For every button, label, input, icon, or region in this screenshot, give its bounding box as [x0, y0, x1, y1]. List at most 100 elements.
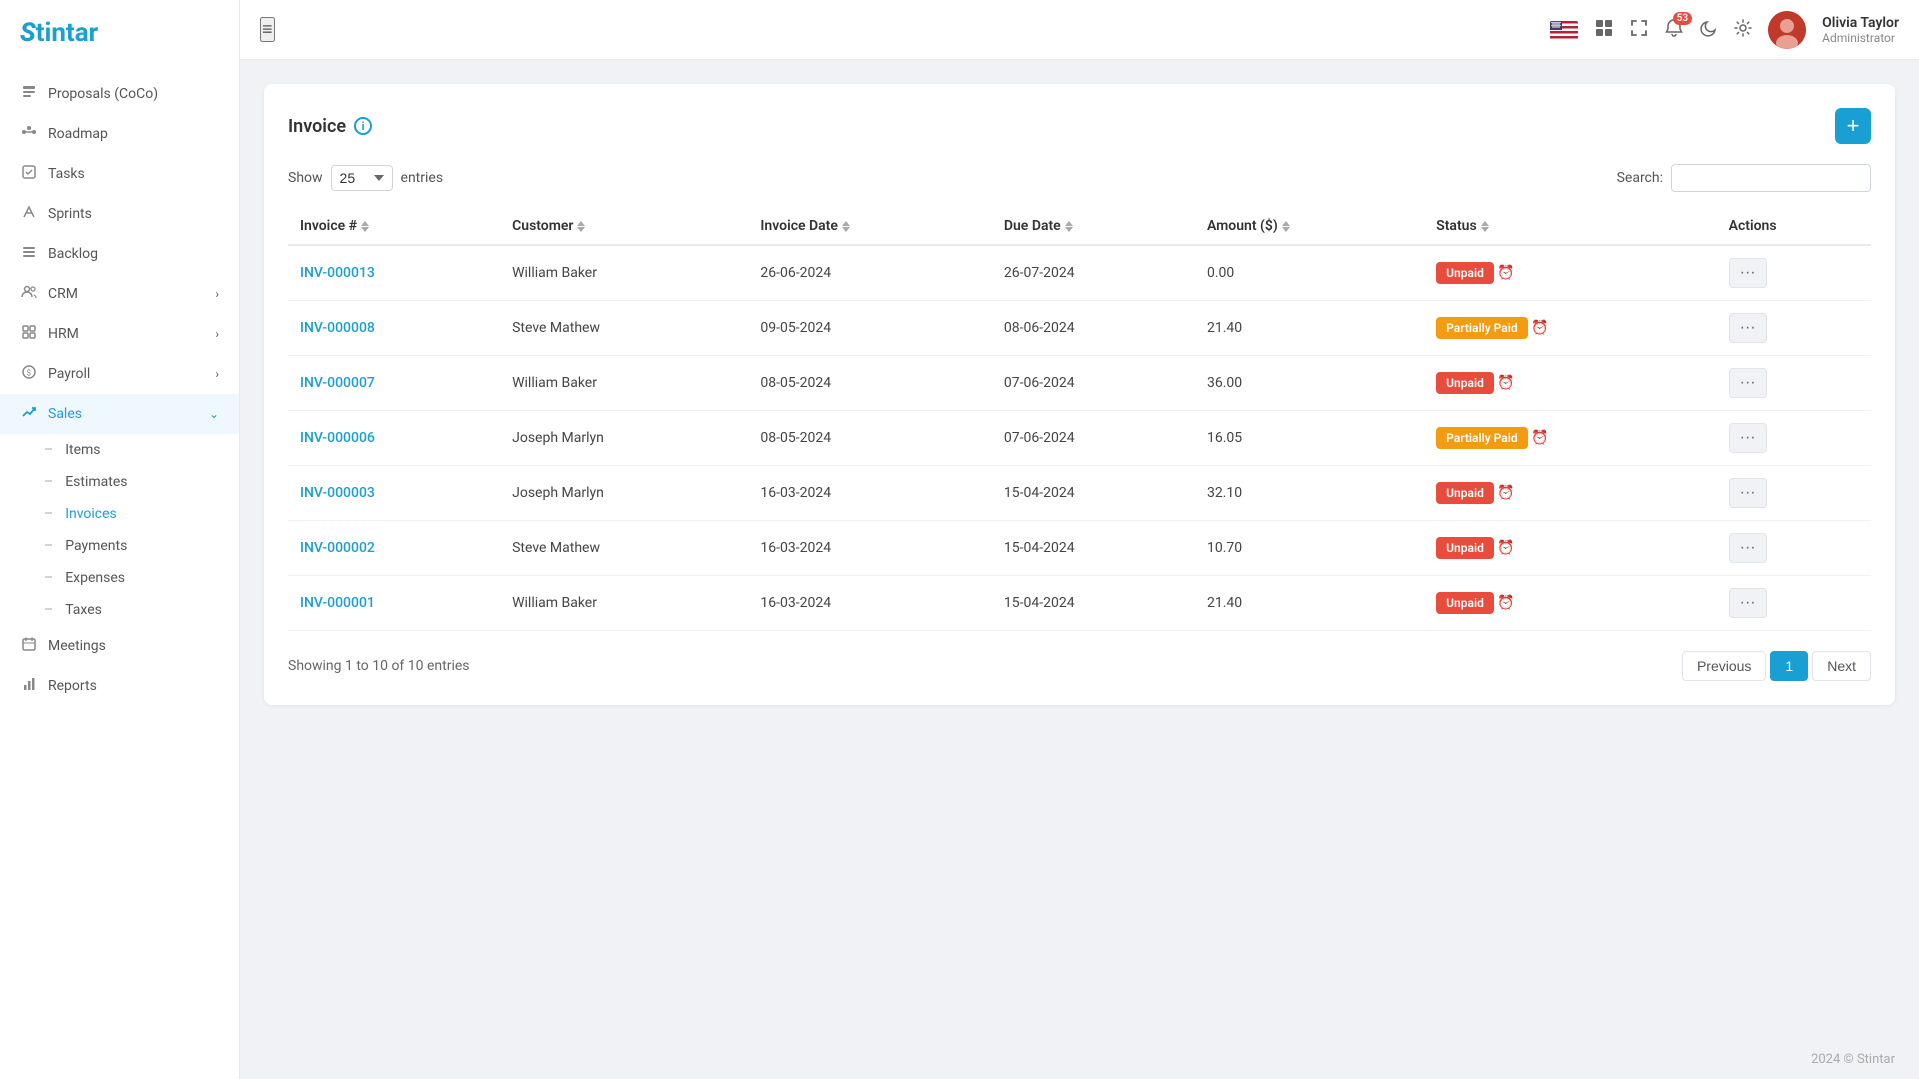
- sidebar-item-meetings[interactable]: Meetings: [0, 626, 239, 666]
- cell-status: Unpaid ⏰: [1424, 245, 1716, 301]
- cell-invoice-num: INV-000013: [288, 245, 500, 301]
- notification-button[interactable]: 53: [1664, 18, 1684, 42]
- invoice-link[interactable]: INV-000003: [300, 485, 375, 501]
- sidebar-item-backlog[interactable]: Backlog: [0, 234, 239, 274]
- invoice-header: Invoice i +: [288, 108, 1871, 144]
- sidebar-item-reports[interactable]: Reports: [0, 666, 239, 706]
- row-actions-button[interactable]: ···: [1729, 533, 1767, 563]
- entries-select[interactable]: 10 25 50 100: [331, 165, 393, 191]
- sidebar-item-estimates[interactable]: Estimates: [44, 466, 239, 498]
- reports-icon: [20, 676, 38, 696]
- invoice-link[interactable]: INV-000002: [300, 540, 375, 556]
- status-badge: Unpaid: [1436, 262, 1494, 284]
- sidebar-item-sales[interactable]: Sales ⌄: [0, 394, 239, 434]
- cell-customer: Steve Mathew: [500, 521, 748, 576]
- invoice-link[interactable]: INV-000008: [300, 320, 375, 336]
- table-header: Invoice # Customer: [288, 208, 1871, 245]
- sidebar-item-invoices[interactable]: Invoices: [44, 498, 239, 530]
- content-area: Invoice i + Show 10 25 50 100 entries: [240, 60, 1919, 1040]
- col-invoice-num[interactable]: Invoice #: [288, 208, 500, 245]
- col-amount[interactable]: Amount ($): [1195, 208, 1424, 245]
- col-invoice-date[interactable]: Invoice Date: [748, 208, 991, 245]
- notification-count-badge: 53: [1673, 12, 1692, 25]
- sidebar-item-hrm[interactable]: HRM ›: [0, 314, 239, 354]
- apps-grid-icon[interactable]: [1594, 18, 1614, 42]
- sidebar-item-payroll[interactable]: $ Payroll ›: [0, 354, 239, 394]
- backlog-icon: [20, 244, 38, 264]
- invoice-info-icon[interactable]: i: [354, 117, 372, 135]
- row-actions-button[interactable]: ···: [1729, 368, 1767, 398]
- entries-label: entries: [401, 170, 444, 186]
- row-actions-button[interactable]: ···: [1729, 258, 1767, 288]
- cell-invoice-date: 16-03-2024: [748, 521, 991, 576]
- fullscreen-icon[interactable]: [1630, 19, 1648, 41]
- sidebar-item-roadmap-label: Roadmap: [48, 126, 108, 142]
- sidebar-item-items[interactable]: Items: [44, 434, 239, 466]
- sidebar-item-taxes-label: Taxes: [65, 602, 102, 618]
- sidebar-item-estimates-label: Estimates: [65, 474, 127, 490]
- language-flag-icon[interactable]: [1550, 21, 1578, 39]
- row-actions-button[interactable]: ···: [1729, 313, 1767, 343]
- invoice-link[interactable]: INV-000013: [300, 265, 375, 281]
- table-row: INV-000002 Steve Mathew 16-03-2024 15-04…: [288, 521, 1871, 576]
- clock-icon: ⏰: [1497, 375, 1514, 391]
- search-input[interactable]: [1671, 164, 1871, 192]
- cell-actions: ···: [1717, 356, 1871, 411]
- row-actions-button[interactable]: ···: [1729, 588, 1767, 618]
- sort-status-icon: [1481, 221, 1489, 232]
- pagination-buttons: Previous 1 Next: [1682, 651, 1871, 681]
- cell-invoice-num: INV-000001: [288, 576, 500, 631]
- pagination-info: Showing 1 to 10 of 10 entries: [288, 658, 470, 674]
- row-actions-button[interactable]: ···: [1729, 423, 1767, 453]
- cell-actions: ···: [1717, 576, 1871, 631]
- cell-status: Unpaid ⏰: [1424, 356, 1716, 411]
- sidebar-item-expenses[interactable]: Expenses: [44, 562, 239, 594]
- cell-invoice-date: 16-03-2024: [748, 576, 991, 631]
- sidebar-item-proposals[interactable]: Proposals (CoCo): [0, 74, 239, 114]
- invoice-link[interactable]: INV-000006: [300, 430, 375, 446]
- hrm-icon: [20, 324, 38, 344]
- status-badge: Unpaid: [1436, 372, 1494, 394]
- sidebar-item-hrm-label: HRM: [48, 326, 79, 342]
- cell-due-date: 15-04-2024: [992, 576, 1195, 631]
- sort-amount-icon: [1282, 221, 1290, 232]
- previous-button[interactable]: Previous: [1682, 651, 1766, 681]
- sidebar-item-payments[interactable]: Payments: [44, 530, 239, 562]
- clock-icon: ⏰: [1531, 430, 1548, 446]
- sidebar-item-roadmap[interactable]: Roadmap: [0, 114, 239, 154]
- sidebar-item-tasks[interactable]: Tasks: [0, 154, 239, 194]
- col-status[interactable]: Status: [1424, 208, 1716, 245]
- sort-due-date-icon: [1065, 221, 1073, 232]
- col-actions: Actions: [1717, 208, 1871, 245]
- next-button[interactable]: Next: [1812, 651, 1871, 681]
- invoice-link[interactable]: INV-000007: [300, 375, 375, 391]
- settings-icon[interactable]: [1734, 19, 1752, 41]
- col-customer[interactable]: Customer: [500, 208, 748, 245]
- page-1-button[interactable]: 1: [1770, 651, 1808, 681]
- invoice-link[interactable]: INV-000001: [300, 595, 375, 611]
- sidebar-item-sprints[interactable]: Sprints: [0, 194, 239, 234]
- row-actions-button[interactable]: ···: [1729, 478, 1767, 508]
- cell-customer: Joseph Marlyn: [500, 466, 748, 521]
- dark-mode-icon[interactable]: [1700, 19, 1718, 41]
- cell-amount: 21.40: [1195, 576, 1424, 631]
- cell-invoice-num: INV-000008: [288, 301, 500, 356]
- col-due-date[interactable]: Due Date: [992, 208, 1195, 245]
- cell-due-date: 15-04-2024: [992, 521, 1195, 576]
- sidebar-item-expenses-label: Expenses: [65, 570, 125, 586]
- avatar[interactable]: [1768, 11, 1806, 49]
- sidebar-item-taxes[interactable]: Taxes: [44, 594, 239, 626]
- sales-icon: [20, 404, 38, 424]
- invoice-card: Invoice i + Show 10 25 50 100 entries: [264, 84, 1895, 705]
- logo[interactable]: Stintar: [0, 0, 239, 66]
- cell-customer: Steve Mathew: [500, 301, 748, 356]
- menu-toggle-button[interactable]: ≡: [260, 17, 275, 42]
- search-wrapper: Search:: [1617, 164, 1871, 192]
- sidebar-item-crm[interactable]: CRM ›: [0, 274, 239, 314]
- cell-actions: ···: [1717, 466, 1871, 521]
- cell-invoice-date: 26-06-2024: [748, 245, 991, 301]
- table-body: INV-000013 William Baker 26-06-2024 26-0…: [288, 245, 1871, 631]
- add-invoice-button[interactable]: +: [1835, 108, 1871, 144]
- table-row: INV-000008 Steve Mathew 09-05-2024 08-06…: [288, 301, 1871, 356]
- table-row: INV-000013 William Baker 26-06-2024 26-0…: [288, 245, 1871, 301]
